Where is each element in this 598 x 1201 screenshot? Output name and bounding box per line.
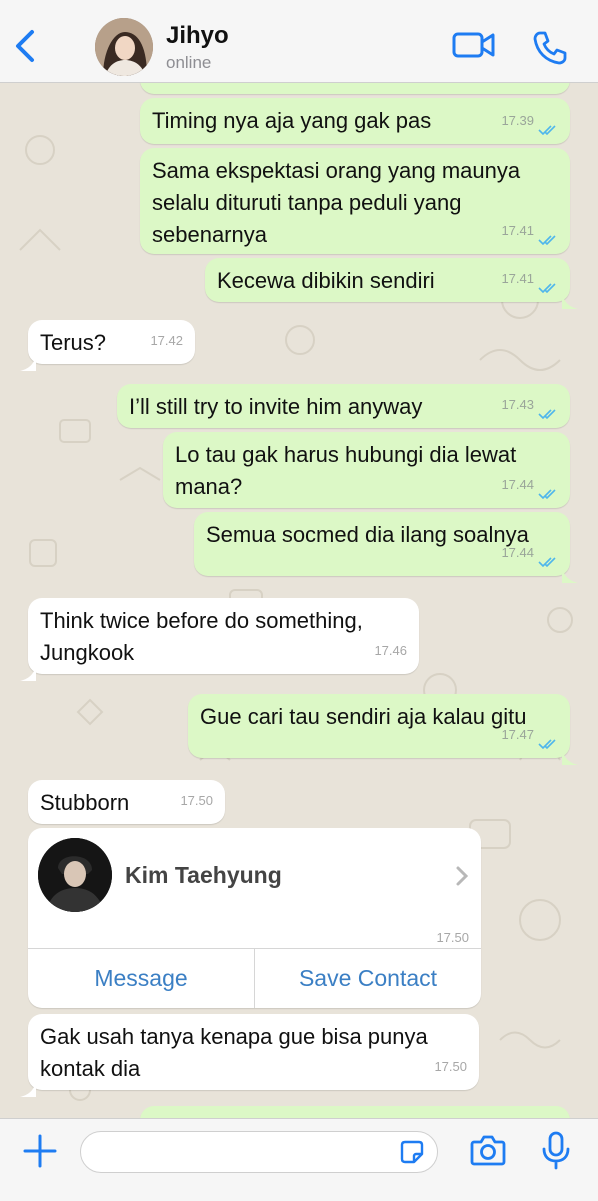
incoming-message[interactable]: Stubborn 17.50 xyxy=(28,780,225,824)
message-text: Kecewa dibikin sendiri xyxy=(217,265,435,297)
chevron-right-icon[interactable] xyxy=(454,864,470,893)
timestamp: 17.41 xyxy=(501,223,534,238)
message-line: Kecewa dibikin sendiri xyxy=(217,268,435,293)
contact-name[interactable]: Jihyo xyxy=(166,22,229,50)
message-contact-button[interactable]: Message xyxy=(28,949,254,1008)
message-time: 17.43 xyxy=(501,389,558,421)
contact-status: online xyxy=(166,53,212,72)
message-input[interactable] xyxy=(80,1131,438,1173)
outgoing-message[interactable]: Sama ekspektasi orang yang maunya selalu … xyxy=(140,148,570,254)
timestamp: 17.42 xyxy=(150,333,183,348)
outgoing-message[interactable]: Gue cari tau sendiri aja kalau gitu 17.47 xyxy=(188,694,578,765)
contact-card-name: Kim Taehyung xyxy=(125,862,282,888)
bubble-tail xyxy=(20,348,36,371)
bubble-tail xyxy=(562,286,578,309)
read-ticks-icon xyxy=(538,480,558,499)
message-text: Lo tau gak harus hubungi dia lewat mana? xyxy=(175,439,516,503)
message-text: Think twice before do something, Jungkook xyxy=(40,605,363,669)
timestamp: 17.44 xyxy=(501,477,534,492)
timestamp: 17.43 xyxy=(501,397,534,412)
timestamp: 17.50 xyxy=(180,793,213,808)
message-line: sebenarnya xyxy=(152,222,267,247)
read-ticks-icon xyxy=(538,226,558,245)
read-ticks-icon xyxy=(538,274,558,293)
message-time: 17.42 xyxy=(150,325,183,357)
incoming-message[interactable]: Terus? 17.42 xyxy=(20,320,195,371)
message-line: kontak dia xyxy=(40,1056,141,1081)
outgoing-message[interactable]: Semua socmed dia ilang soalnya 17.44 xyxy=(194,512,578,583)
video-camera-icon[interactable] xyxy=(452,30,496,65)
message-time: 17.44 xyxy=(501,537,558,569)
message-line: Terus? xyxy=(40,330,107,355)
outgoing-message[interactable]: I’ll still try to invite him anyway 17.43 xyxy=(117,384,570,428)
message-line: Jungkook xyxy=(40,640,135,665)
message-line: mana? xyxy=(175,474,243,499)
contact-card[interactable]: Kim Taehyung 17.50 Message Save Contact xyxy=(28,828,481,1008)
message-line: Lo tau gak harus hubungi dia lewat xyxy=(175,442,517,467)
bubble-tail xyxy=(20,1074,36,1097)
message-text: Sama ekspektasi orang yang maunya selalu … xyxy=(152,155,520,251)
message-text: Gue cari tau sendiri aja kalau gitu xyxy=(200,701,527,733)
save-contact-button[interactable]: Save Contact xyxy=(255,949,481,1008)
message-time: 17.50 xyxy=(434,1051,467,1083)
message-line: Semua socmed dia ilang soalnya xyxy=(206,522,529,547)
read-ticks-icon xyxy=(538,548,558,567)
message-text: Terus? xyxy=(40,327,106,359)
message-line: Think twice before do something, xyxy=(40,608,363,633)
read-ticks-icon xyxy=(538,400,558,419)
message-line: Timing nya aja yang gak pas xyxy=(152,108,432,133)
incoming-message[interactable]: Gak usah tanya kenapa gue bisa punya kont… xyxy=(20,1014,479,1097)
timestamp: 17.44 xyxy=(501,545,534,560)
plus-icon[interactable] xyxy=(22,1133,58,1174)
message-time: 17.44 xyxy=(501,469,558,501)
chevron-left-icon[interactable] xyxy=(8,26,42,66)
timestamp: 17.50 xyxy=(434,1059,467,1074)
outgoing-message[interactable]: Lo tau gak harus hubungi dia lewat mana? 1… xyxy=(163,432,570,508)
message-line: Gak usah tanya kenapa gue bisa punya xyxy=(40,1024,428,1049)
message-text: I’ll still try to invite him anyway xyxy=(129,391,422,423)
message-line: Gue cari tau sendiri aja kalau gitu xyxy=(200,704,527,729)
message-time: 17.50 xyxy=(180,785,213,817)
message-time: 17.47 xyxy=(501,719,558,751)
microphone-icon[interactable] xyxy=(541,1131,571,1176)
phone-icon[interactable] xyxy=(532,30,568,71)
outgoing-message[interactable]: Timing nya aja yang gak pas 17.39 xyxy=(140,98,570,144)
message-text: Timing nya aja yang gak pas xyxy=(152,105,431,137)
contact-photo[interactable] xyxy=(38,838,112,912)
message-time: 17.39 xyxy=(501,105,558,137)
message-time: 17.46 xyxy=(374,635,407,667)
read-ticks-icon xyxy=(538,730,558,749)
timestamp: 17.39 xyxy=(501,113,534,128)
bubble-tail xyxy=(562,560,578,583)
message-time: 17.41 xyxy=(501,263,558,295)
read-ticks-icon xyxy=(538,116,558,135)
avatar[interactable] xyxy=(95,18,153,76)
message-line: Sama ekspektasi orang yang maunya xyxy=(152,158,521,183)
message-text: Stubborn xyxy=(40,787,129,819)
bubble-tail xyxy=(562,742,578,765)
composer-bar xyxy=(0,1118,598,1201)
message-text: Semua socmed dia ilang soalnya xyxy=(206,519,529,551)
sticker-icon[interactable] xyxy=(399,1139,425,1170)
timestamp: 17.47 xyxy=(501,727,534,742)
message-time: 17.41 xyxy=(501,215,558,247)
chat-header: Jihyo online xyxy=(0,0,598,83)
timestamp: 17.41 xyxy=(501,271,534,286)
message-line: I’ll still try to invite him anyway xyxy=(129,394,423,419)
contact-card-time: 17.50 xyxy=(436,930,469,945)
bubble-tail xyxy=(20,658,36,681)
camera-icon[interactable] xyxy=(470,1133,506,1172)
message-line: Stubborn xyxy=(40,790,130,815)
message-text: Gak usah tanya kenapa gue bisa punya kont… xyxy=(40,1021,428,1085)
timestamp: 17.46 xyxy=(374,643,407,658)
incoming-message[interactable]: Think twice before do something, Jungkook… xyxy=(20,598,419,681)
message-line: selalu dituruti tanpa peduli yang xyxy=(152,190,462,215)
outgoing-message[interactable]: Kecewa dibikin sendiri 17.41 xyxy=(205,258,578,309)
